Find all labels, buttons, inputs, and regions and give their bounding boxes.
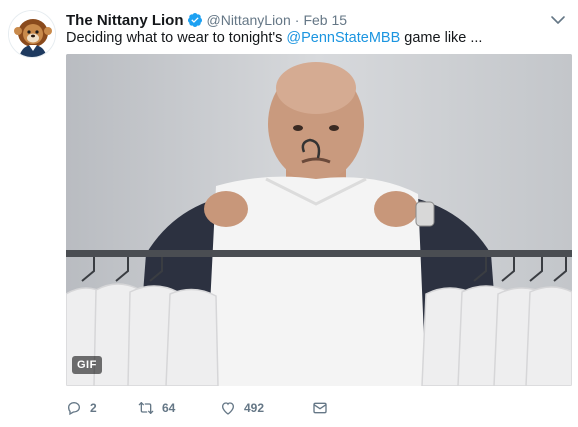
retweet-button[interactable]: 64 <box>138 400 220 416</box>
tweet-text-after: game like ... <box>400 30 483 46</box>
tweet-timestamp[interactable]: Feb 15 <box>303 12 347 28</box>
nittany-lion-avatar-image <box>9 11 55 57</box>
tweet-text: Deciding what to wear to tonight's @Penn… <box>66 30 482 46</box>
reply-button[interactable]: 2 <box>66 400 138 416</box>
tweet[interactable]: The Nittany Lion @NittanyLion · Feb 15 D… <box>0 0 578 427</box>
chevron-down-icon[interactable] <box>550 12 566 28</box>
gif-media[interactable] <box>66 54 572 386</box>
user-handle[interactable]: @NittanyLion <box>207 12 291 28</box>
like-count: 492 <box>244 401 265 415</box>
gif-frame-image <box>66 54 572 386</box>
tweet-actions: 2 64 492 <box>66 398 328 418</box>
mention-link[interactable]: @PennStateMBB <box>286 30 400 46</box>
tweet-text-before: Deciding what to wear to tonight's <box>66 30 287 46</box>
retweet-count: 64 <box>162 401 176 415</box>
direct-message-button[interactable] <box>312 400 328 416</box>
retweet-icon <box>138 400 154 416</box>
gif-badge: GIF <box>72 356 102 374</box>
avatar[interactable] <box>8 10 56 58</box>
heart-icon <box>220 400 236 416</box>
envelope-icon <box>312 400 328 416</box>
tweet-header: The Nittany Lion @NittanyLion · Feb 15 <box>66 10 347 30</box>
reply-icon <box>66 400 82 416</box>
separator-dot: · <box>294 12 300 28</box>
reply-count: 2 <box>90 401 97 415</box>
like-button[interactable]: 492 <box>220 400 312 416</box>
display-name[interactable]: The Nittany Lion <box>66 12 184 29</box>
verified-badge-icon <box>187 12 203 28</box>
